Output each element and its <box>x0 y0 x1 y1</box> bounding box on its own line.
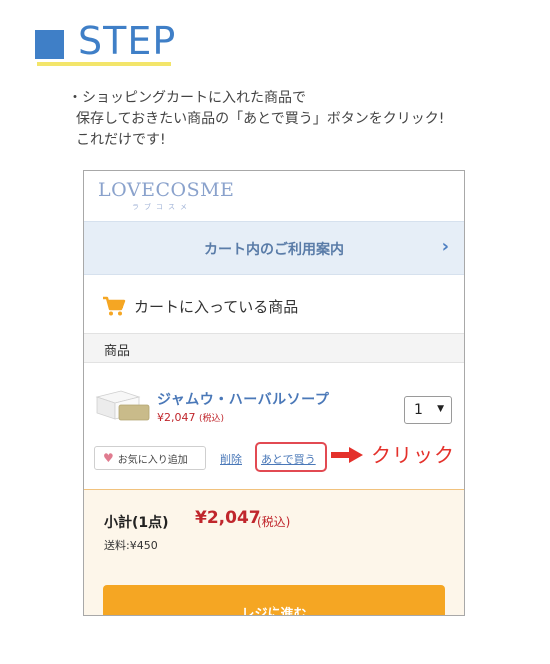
cart-guide-label: カート内のご利用案内 <box>204 242 344 258</box>
subtotal-value: ¥2,047 <box>195 508 261 528</box>
product-price-value: ¥2,047 <box>157 411 196 424</box>
step-title: STEP <box>78 19 177 63</box>
click-annotation: クリック <box>371 443 455 467</box>
buy-later-button[interactable]: あとで買う <box>255 442 327 472</box>
subtotal-label: 小計(1点) <box>104 515 169 531</box>
cart-heading-label: カートに入っている商品 <box>134 297 299 316</box>
intro-text: ・ショッピングカートに入れた商品で 保存しておきたい商品の「あとで買う」ボタンを… <box>68 88 528 151</box>
quantity-select[interactable]: 1 ▼ <box>404 396 452 424</box>
product-section-label: 商品 <box>104 344 131 359</box>
subtotal-tax-note: (税込) <box>257 515 291 529</box>
heart-icon: ♥ <box>103 451 114 465</box>
product-name-link[interactable]: ジャムウ・ハーバルソープ <box>157 389 329 409</box>
step-underline <box>37 62 171 66</box>
cart-guide-bar[interactable]: カート内のご利用案内 › <box>84 221 464 275</box>
checkout-area: › レジに進む <box>84 569 464 615</box>
dropdown-arrow-icon: ▼ <box>437 404 444 414</box>
cart-icon <box>103 296 126 316</box>
add-favorite-label: お気に入り追加 <box>117 454 188 466</box>
intro-line-1: ・ショッピングカートに入れた商品で <box>68 90 306 106</box>
cart-heading: カートに入っている商品 <box>102 291 298 321</box>
arrow-right-icon <box>331 447 363 463</box>
order-summary: 小計(1点) ¥2,047 (税込) 送料:¥450 <box>84 489 464 570</box>
checkout-label: › レジに進む <box>103 594 445 615</box>
delete-link[interactable]: 削除 <box>220 451 242 467</box>
product-image[interactable] <box>95 383 153 423</box>
site-logo[interactable]: LOVECOSME <box>98 179 234 201</box>
site-logo-sub: ラブコスメ <box>132 203 192 211</box>
quantity-value: 1 <box>414 402 423 418</box>
add-favorite-button[interactable]: ♥ お気に入り追加 <box>94 446 206 470</box>
product-tax-note: (税込) <box>199 414 225 424</box>
chevron-right-icon: › <box>441 236 449 257</box>
shipping-fee: 送料:¥450 <box>104 539 158 552</box>
intro-line-2: 保存しておきたい商品の「あとで買う」ボタンをクリック! <box>76 111 445 127</box>
step-marker <box>35 30 64 59</box>
product-price: ¥2,047 (税込) <box>157 411 224 424</box>
checkout-label-text: レジに進む <box>241 607 307 616</box>
intro-line-3: これだけです! <box>76 132 166 148</box>
checkout-button[interactable]: › レジに進む <box>103 585 445 615</box>
buy-later-label: あとで買う <box>261 453 316 466</box>
phone-screen: LOVECOSME ラブコスメ カート内のご利用案内 › カートに入っている商品… <box>83 170 465 616</box>
product-section-header: 商品 <box>84 333 464 363</box>
